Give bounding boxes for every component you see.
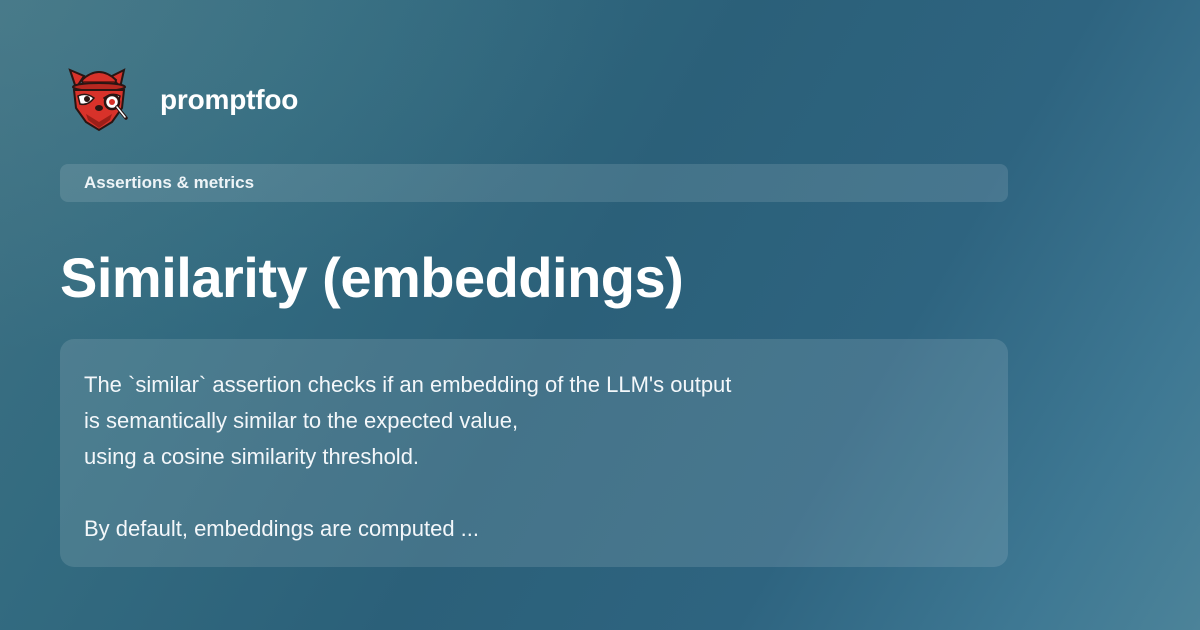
- description-line: is semantically similar to the expected …: [84, 408, 519, 433]
- red-panda-detective-icon: [68, 68, 128, 132]
- description-line: By default, embeddings are computed ...: [84, 516, 480, 541]
- description-card: The `similar` assertion checks if an emb…: [60, 339, 1008, 567]
- brand-name[interactable]: promptfoo: [160, 84, 298, 116]
- category-label: Assertions & metrics: [84, 173, 255, 192]
- description-line: using a cosine similarity threshold.: [84, 444, 420, 469]
- category-badge[interactable]: Assertions & metrics: [60, 164, 1008, 202]
- brand: promptfoo: [66, 64, 298, 136]
- description-line: The `similar` assertion checks if an emb…: [84, 372, 732, 397]
- page-title: Similarity (embeddings): [60, 246, 684, 309]
